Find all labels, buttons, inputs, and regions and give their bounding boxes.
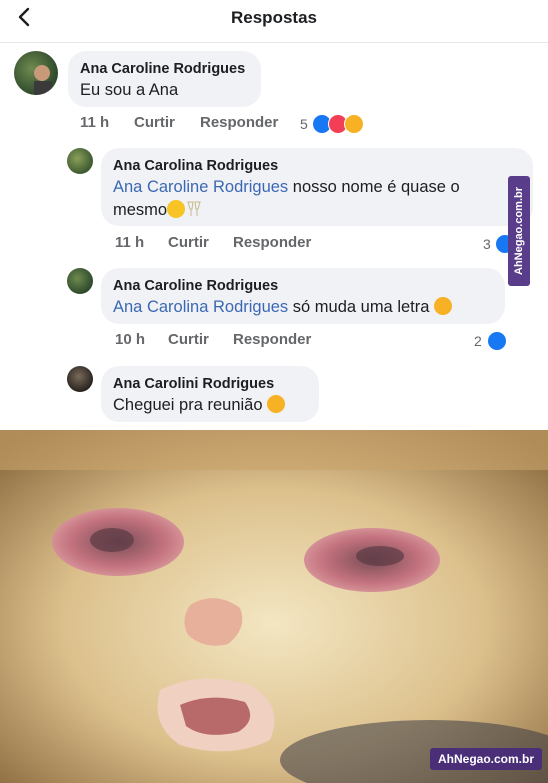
comment-time: 11 h [80,114,110,131]
comment-bubble: Ana Caroline Rodrigues Eu sou a Ana [68,51,261,107]
mention-link[interactable]: Ana Carolina Rodrigues [113,298,288,316]
crying-cat-photo [0,430,548,783]
avatar[interactable] [67,148,93,174]
comment-text: Ana Caroline Rodrigues nosso nome é quas… [113,176,521,222]
comment-author[interactable]: Ana Carolina Rodrigues [113,156,521,176]
avatar[interactable] [67,366,93,392]
avatar[interactable] [67,268,93,294]
reaction-count: 5 [300,116,308,132]
like-button[interactable]: Curtir [168,331,209,348]
comment-text-part: Cheguei pra reunião [113,396,263,414]
comment-author[interactable]: Ana Carolini Rodrigues [113,374,307,394]
comment-text-part: nosso nome é quase o [288,178,460,196]
app-header: Respostas [0,0,548,43]
haha-reaction-icon[interactable] [344,114,364,134]
watermark: AhNegao.com.br [508,176,530,286]
comment-actions: 10 h Curtir Responder [115,331,375,351]
comment-actions: 11 h Curtir Responder [115,234,375,254]
like-reaction-icon[interactable] [487,331,507,351]
reply-button[interactable]: Responder [233,234,311,251]
comment-text-part: só muda uma letra [288,298,430,316]
comment-text: Eu sou a Ana [80,81,179,99]
reaction-count: 2 [474,333,482,349]
comment-bubble: Ana Caroline Rodrigues Ana Carolina Rodr… [101,268,505,324]
comment-bubble: Ana Carolini Rodrigues Cheguei pra reuni… [101,366,319,422]
smiling-face-with-hearts-emoji-icon [434,297,453,315]
mention-link[interactable]: Ana Caroline Rodrigues [113,178,288,196]
comment-time: 11 h [115,234,145,251]
reaction-count: 3 [483,236,491,252]
reply-button[interactable]: Responder [233,331,311,348]
like-button[interactable]: Curtir [168,234,209,251]
comment-author[interactable]: Ana Caroline Rodrigues [113,276,493,296]
avatar[interactable] [14,51,58,95]
clinking-glasses-emoji-icon [185,200,203,218]
comment-text-part: mesmo [113,201,168,219]
comment-time: 10 h [115,331,146,348]
comment-text: Ana Carolina Rodrigues só muda uma letra [113,296,493,319]
watermark: AhNegao.com.br [430,748,542,770]
like-button[interactable]: Curtir [134,114,175,131]
comment-author[interactable]: Ana Caroline Rodrigues [80,59,249,79]
comment-bubble: Ana Carolina Rodrigues Ana Caroline Rodr… [101,148,533,226]
page-title: Respostas [231,8,317,27]
rolling-on-floor-laughing-emoji-icon [267,395,286,413]
reply-button[interactable]: Responder [200,114,278,131]
comment-text: Cheguei pra reunião [113,394,307,417]
star-struck-emoji-icon [167,200,186,218]
